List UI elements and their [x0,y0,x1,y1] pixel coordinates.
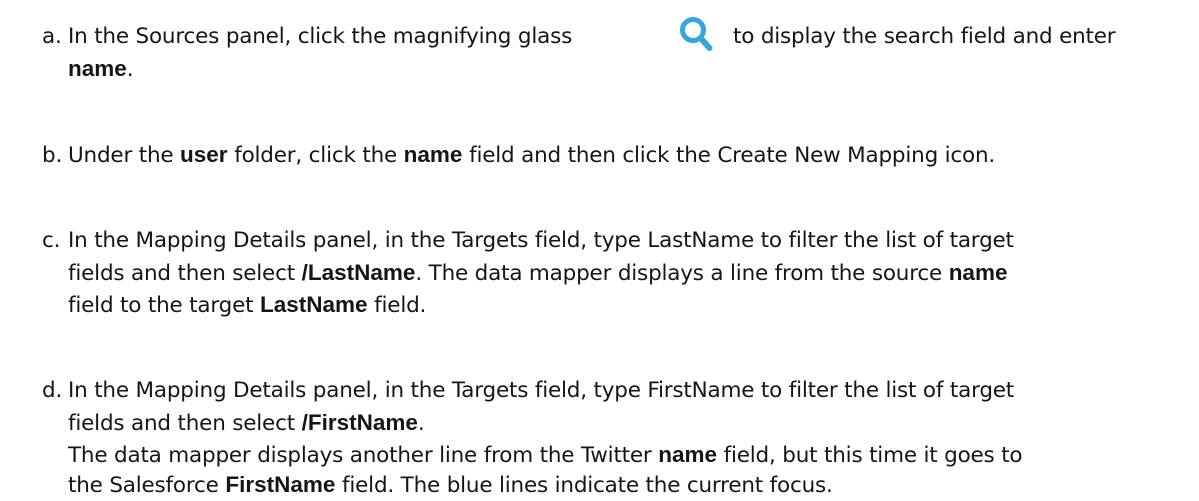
text: panel, in the [306,378,452,403]
sources-panel-term: Sources [135,24,220,49]
text: field, type [528,378,648,403]
text: field and then click the [462,143,718,168]
text: to filter the list of target [754,228,1014,253]
text: fields and then select [68,261,302,286]
step-c-line-1: c. In the Mapping Details panel, in the T… [42,226,1014,256]
text: the Salesforce [68,473,226,498]
step-c-bullet: c. [42,228,61,253]
step-a-line-1b: to display the search field and enter [733,22,1116,52]
step-c-line-3: field to the target LastName field. [68,290,426,321]
step-c-line-2: fields and then select /LastName. The da… [68,258,1007,289]
text: icon. [938,143,996,168]
name-term: name [403,142,463,167]
name-term: name [68,56,127,81]
create-new-mapping-term: Create New Mapping [717,143,939,168]
text: fields and then select [68,411,302,436]
text: field, type [528,228,648,253]
text: The data mapper displays another line fr… [68,443,659,468]
text: to filter the list of target [754,378,1015,403]
text: Under the [68,143,181,168]
text: . [126,57,134,82]
step-d-line-3: The data mapper displays another line fr… [68,440,1023,471]
text: In the [68,378,136,403]
lastname-path-term: /LastName [301,260,416,285]
firstname-term: FirstName [647,378,755,403]
step-a-bullet: a. [42,24,62,49]
text: panel, click the magnifying glass [219,24,573,49]
step-d-line-2: fields and then select /FirstName. [68,408,425,439]
text: field. The blue lines indicate the curre… [335,473,833,498]
step-d-line-4: the Salesforce FirstName field. The blue… [68,470,833,501]
mapping-details-term: Mapping Details [135,228,307,253]
text: field to the target [68,293,260,318]
firstname-term: FirstName [225,472,336,497]
text: panel, in the [306,228,452,253]
text: . The data mapper displays a line from t… [415,261,949,286]
text: . [417,411,425,436]
mapping-details-term: Mapping Details [135,378,307,403]
lastname-term: LastName [259,292,368,317]
magnifying-glass-icon [677,13,715,59]
step-d-bullet: d. [42,378,63,403]
step-b-line-1: b. Under the user folder, click the name … [42,140,995,171]
firstname-path-term: /FirstName [301,410,418,435]
step-d-line-1: d. In the Mapping Details panel, in the T… [42,376,1014,406]
name-term: name [948,260,1008,285]
text: In the [68,228,136,253]
lastname-term: LastName [647,228,755,253]
text: In the [68,24,136,49]
targets-term: Targets [451,378,529,403]
targets-term: Targets [451,228,529,253]
name-term: name [658,442,717,467]
user-term: user [180,142,228,167]
text: field. [367,293,427,318]
step-a-line-2: name. [68,54,134,85]
text: to display the search field and enter [733,24,1116,49]
step-b-bullet: b. [42,143,63,168]
text: field, but this time it goes to [716,443,1023,468]
text: folder, click the [227,143,404,168]
step-a-line-1: a. In the Sources panel, click the magnif… [42,22,572,52]
